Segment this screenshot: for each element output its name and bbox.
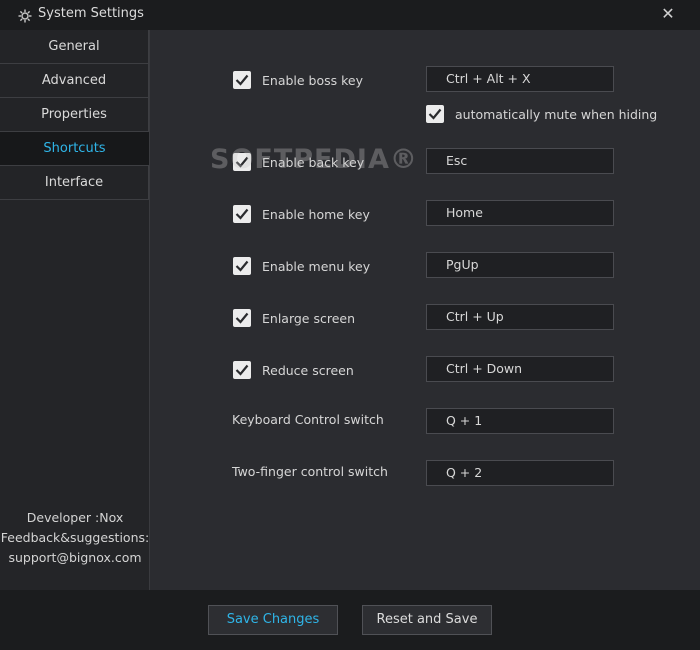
support-email: support@bignox.com (8, 550, 142, 565)
enlarge-screen-checkbox[interactable] (233, 309, 251, 327)
menu-key-checkbox[interactable] (233, 257, 251, 275)
keyboard-control-field[interactable]: Q + 1 (426, 408, 614, 434)
reset-and-save-button[interactable]: Reset and Save (362, 605, 492, 635)
boss-key-label: Enable boss key (262, 73, 364, 88)
sidebar-item-general[interactable]: General (0, 30, 149, 64)
home-key-label: Enable home key (262, 207, 370, 222)
two-finger-control-label: Two-finger control switch (232, 464, 388, 479)
title-bar: System Settings ✕ (0, 0, 700, 30)
mute-when-hiding-label: automatically mute when hiding (455, 107, 658, 122)
sidebar: General Advanced Properties Shortcuts In… (0, 30, 150, 590)
reduce-screen-checkbox[interactable] (233, 361, 251, 379)
sidebar-item-properties[interactable]: Properties (0, 98, 149, 132)
home-key-field[interactable]: Home (426, 200, 614, 226)
footer-bar: Save Changes Reset and Save (0, 590, 700, 650)
sidebar-item-advanced[interactable]: Advanced (0, 64, 149, 98)
keyboard-control-label: Keyboard Control switch (232, 412, 384, 427)
back-key-field[interactable]: Esc (426, 148, 614, 174)
home-key-checkbox[interactable] (233, 205, 251, 223)
close-button[interactable]: ✕ (658, 3, 678, 25)
menu-key-label: Enable menu key (262, 259, 371, 274)
window-title: System Settings (38, 6, 144, 21)
sidebar-item-interface[interactable]: Interface (0, 166, 149, 200)
enlarge-screen-label: Enlarge screen (262, 311, 356, 326)
sidebar-item-shortcuts[interactable]: Shortcuts (0, 132, 149, 166)
boss-key-field[interactable]: Ctrl + Alt + X (426, 66, 614, 92)
reduce-screen-field[interactable]: Ctrl + Down (426, 356, 614, 382)
softpedia-watermark: SOFTPEDIA® (210, 144, 418, 175)
save-changes-button[interactable]: Save Changes (208, 605, 338, 635)
menu-key-field[interactable]: PgUp (426, 252, 614, 278)
two-finger-control-field[interactable]: Q + 2 (426, 460, 614, 486)
mute-when-hiding-checkbox[interactable] (426, 105, 444, 123)
reduce-screen-label: Reduce screen (262, 363, 354, 378)
enlarge-screen-field[interactable]: Ctrl + Up (426, 304, 614, 330)
developer-info: Developer :Nox Feedback&suggestions: sup… (0, 508, 150, 568)
shortcuts-panel: Enable boss key Ctrl + Alt + X automatic… (150, 30, 700, 590)
developer-label: Developer :Nox (26, 510, 124, 525)
gear-icon (18, 8, 32, 23)
feedback-label: Feedback&suggestions: (0, 530, 150, 545)
boss-key-checkbox[interactable] (233, 71, 251, 89)
